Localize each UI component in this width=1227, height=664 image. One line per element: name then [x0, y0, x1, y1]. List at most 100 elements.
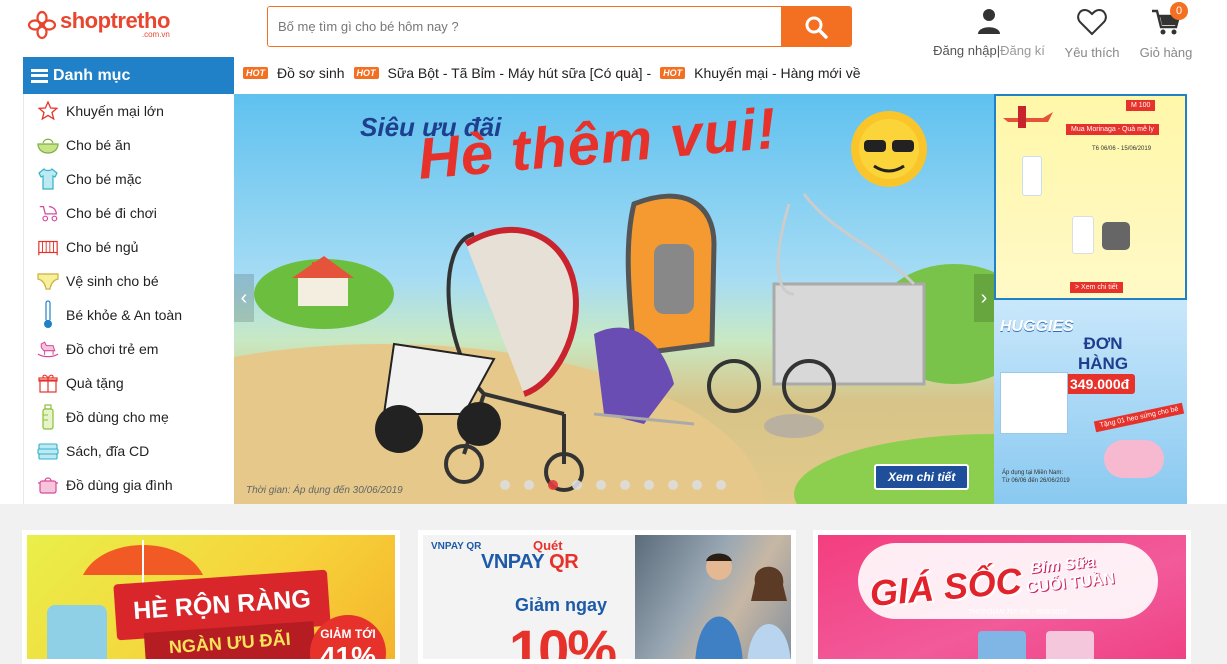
menu-icon [31, 68, 48, 83]
slider-dot[interactable] [500, 480, 510, 490]
vnpay-logo: VNPAY QR [431, 541, 482, 552]
product-bottle-image [1022, 156, 1042, 196]
heart-icon [1077, 8, 1107, 36]
category-menu-toggle[interactable]: Danh mục [23, 57, 234, 94]
huggies-order-price: 349.000đ [1064, 374, 1136, 394]
star-icon [37, 100, 59, 122]
search-button[interactable] [781, 7, 851, 46]
promo-card-vnpay[interactable]: VNPAY QR Quét VNPAY QR Giảm ngay 10% [418, 530, 796, 664]
category-item[interactable]: Cho bé đi chơi [24, 196, 234, 230]
morinaga-brand: M 100 [1126, 100, 1156, 111]
main-banner-slider[interactable]: Siêu ưu đãi Hè thêm vui! Thời gian: Áp d… [234, 94, 994, 504]
category-item[interactable]: Cho bé mặc [24, 162, 234, 196]
category-item[interactable]: Sách, đĩa CD [24, 434, 234, 468]
huggies-order-title: ĐƠN HÀNG [1078, 334, 1128, 374]
hot-badge: HOT [243, 67, 268, 79]
swim-ring-image [47, 605, 107, 659]
category-label: Cho bé ăn [66, 137, 131, 153]
slider-dot[interactable] [644, 480, 654, 490]
thermometer-icon [37, 300, 59, 328]
logo-name: shoptretho [60, 8, 170, 33]
diaper-pack-image [1046, 631, 1094, 659]
category-item[interactable]: Bé khỏe & An toàn [24, 298, 234, 332]
favorites-label: Yêu thích [1064, 45, 1120, 60]
search-bar [267, 6, 852, 47]
category-item[interactable]: Vệ sinh cho bé [24, 264, 234, 298]
category-label: Đồ dùng gia đình [66, 477, 173, 493]
category-label: Cho bé mặc [66, 171, 142, 187]
slider-dot[interactable] [524, 480, 534, 490]
side-banner-huggies[interactable]: HUGGIES ĐƠN HÀNG 349.000đ Tặng 01 heo sứ… [994, 300, 1187, 504]
login-link[interactable]: Đăng nhập [933, 43, 997, 58]
slider-dot[interactable] [572, 480, 582, 490]
slider-prev-button[interactable]: ‹ [234, 274, 254, 322]
bottle-icon [37, 404, 59, 430]
sun-icon [851, 111, 927, 187]
cart-button[interactable]: 0 Giỏ hàng [1136, 2, 1196, 60]
promo-section: HÈ RỘN RÀNG NGÀN ƯU ĐÃI GIẢM TỚI 41% VNP… [0, 504, 1227, 664]
category-label: Khuyến mại lớn [66, 103, 164, 119]
car-seat-product [625, 193, 717, 357]
slider-dot[interactable] [716, 480, 726, 490]
category-item[interactable]: Quà tặng [24, 366, 234, 400]
diaper-icon [37, 270, 59, 292]
category-item[interactable]: Cho bé ngủ [24, 230, 234, 264]
category-menu-title: Danh mục [53, 66, 131, 84]
slider-next-button[interactable]: › [974, 274, 994, 322]
slider-dot[interactable] [548, 480, 558, 490]
side-banner-morinaga[interactable]: M 100 Mua Morinaga - Quà mê ly T6 06/06 … [994, 94, 1187, 300]
vnpay-discount-label: Giảm ngay [515, 595, 608, 615]
category-item[interactable]: Đồ chơi trẻ em [24, 332, 234, 366]
morinaga-link[interactable]: > Xem chi tiết [1070, 282, 1123, 293]
slider-dot[interactable] [596, 480, 606, 490]
category-list: Khuyến mại lớn Cho bé ăn Cho bé mặc Cho … [23, 94, 234, 504]
nav-link-milk-diapers[interactable]: Sữa Bột - Tã Bỉm - Máy hút sữa [Có quà] … [388, 65, 652, 81]
slider-dot[interactable] [692, 480, 702, 490]
slider-dot[interactable] [620, 480, 630, 490]
search-input[interactable] [268, 7, 781, 46]
register-link[interactable]: Đăng kí [1000, 43, 1045, 58]
huggies-gift: Tặng 01 heo sứng cho bé [1093, 402, 1185, 433]
slider-dot[interactable] [668, 480, 678, 490]
category-label: Đồ dùng cho mẹ [66, 409, 169, 425]
cart-count-badge: 0 [1170, 2, 1188, 20]
banner-cta-button[interactable]: Xem chi tiết [874, 464, 970, 490]
gift-icon [37, 372, 59, 394]
promo-card-flash-sale[interactable]: GIÁ SỐC Bỉm Sữa CUỐI TUẦN THỜI GIAN TỪ: … [813, 530, 1191, 664]
vnpay-brand-qr: QR [549, 551, 579, 573]
product-cooker-image [1102, 222, 1130, 250]
nav-link-promotions[interactable]: Khuyến mại - Hàng mới về [694, 65, 860, 81]
woman-figure [747, 566, 791, 659]
slider-dots [500, 480, 740, 490]
category-item[interactable]: Đồ dùng gia đình [24, 468, 234, 502]
search-icon [805, 16, 828, 39]
category-label: Cho bé ngủ [66, 239, 139, 255]
category-label: Quà tặng [66, 375, 124, 391]
books-icon [37, 440, 59, 462]
huggies-order-line1: ĐƠN [1083, 334, 1123, 353]
favorites-button[interactable]: Yêu thích [1062, 8, 1122, 60]
bowl-icon [37, 134, 59, 156]
site-logo[interactable]: shoptretho .com.vn [27, 10, 170, 40]
couple-photo [635, 535, 791, 659]
crib-icon [37, 236, 59, 258]
diaper-pack-image [978, 631, 1026, 659]
category-item[interactable]: Khuyến mại lớn [24, 94, 234, 128]
pot-icon [37, 474, 59, 496]
vnpay-brand: VNPAY QR [481, 551, 579, 574]
site-header: shoptretho .com.vn Đăng nhập|Đăng kí Yêu… [0, 0, 1227, 60]
nav-link-newborn[interactable]: Đồ sơ sinh [277, 65, 345, 81]
category-item[interactable]: Đồ dùng cho mẹ [24, 400, 234, 434]
category-label: Vệ sinh cho bé [66, 273, 159, 289]
man-figure [695, 553, 743, 659]
huggies-note-2: Từ 06/06 đến 26/06/2019 [1002, 478, 1070, 484]
promo-summer-badge-label: GIẢM TỚI [320, 627, 376, 641]
stroller-icon [37, 202, 59, 224]
huggies-order-line2: HÀNG [1078, 354, 1129, 373]
product-warmer-image [1072, 216, 1094, 254]
playpen-product [707, 193, 926, 413]
category-item[interactable]: Cho bé ăn [24, 128, 234, 162]
top-nav: HOT Đồ sơ sinh HOT Sữa Bột - Tã Bỉm - Má… [243, 63, 870, 83]
category-label: Bé khỏe & An toàn [66, 307, 182, 323]
promo-card-summer[interactable]: HÈ RỘN RÀNG NGÀN ƯU ĐÃI GIẢM TỚI 41% [22, 530, 400, 664]
